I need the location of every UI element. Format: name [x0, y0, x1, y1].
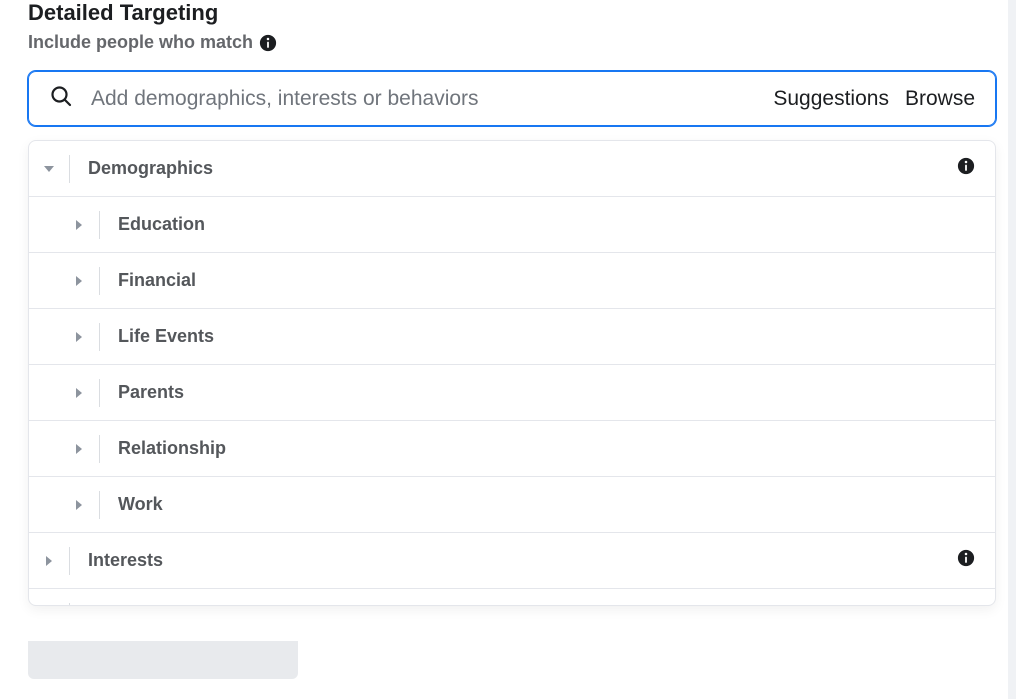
- bottom-pill-shadow: [28, 641, 298, 679]
- targeting-search-input[interactable]: [91, 87, 755, 111]
- subcategory-label: Work: [100, 494, 995, 515]
- panel-right-edge: [1008, 0, 1016, 699]
- subcategory-label: Financial: [100, 270, 995, 291]
- detailed-targeting-panel: Detailed Targeting Include people who ma…: [0, 0, 1024, 699]
- info-icon[interactable]: [957, 549, 995, 572]
- browse-button[interactable]: Browse: [905, 87, 975, 111]
- info-icon[interactable]: [259, 34, 277, 52]
- info-icon[interactable]: [957, 157, 995, 180]
- subcategory-label: Parents: [100, 382, 995, 403]
- chevron-right-icon: [59, 331, 99, 343]
- chevron-right-icon: [29, 555, 69, 567]
- category-demographics[interactable]: Demographics: [29, 141, 995, 197]
- subcategory-relationship[interactable]: Relationship: [29, 421, 995, 477]
- subcategory-work[interactable]: Work: [29, 477, 995, 533]
- subtitle-row: Include people who match: [28, 32, 996, 53]
- targeting-search-box[interactable]: Suggestions Browse: [28, 71, 996, 126]
- subcategory-parents[interactable]: Parents: [29, 365, 995, 421]
- section-title: Detailed Targeting: [28, 0, 996, 26]
- chevron-right-icon: [59, 499, 99, 511]
- subcategory-label: Relationship: [100, 438, 995, 459]
- divider: [69, 603, 70, 606]
- subcategory-label: Life Events: [100, 326, 995, 347]
- subcategory-education[interactable]: Education: [29, 197, 995, 253]
- category-behaviors[interactable]: Behaviors: [29, 589, 995, 606]
- subtitle-text: Include people who match: [28, 32, 253, 53]
- subcategory-label: Education: [100, 214, 995, 235]
- targeting-categories-dropdown: Demographics Education Financial Lif: [28, 140, 996, 606]
- chevron-right-icon: [59, 387, 99, 399]
- category-label: Interests: [70, 550, 957, 571]
- chevron-right-icon: [59, 443, 99, 455]
- subcategory-life-events[interactable]: Life Events: [29, 309, 995, 365]
- info-icon[interactable]: [957, 606, 995, 607]
- chevron-right-icon: [59, 275, 99, 287]
- subcategory-financial[interactable]: Financial: [29, 253, 995, 309]
- search-icon: [49, 84, 73, 113]
- search-actions: Suggestions Browse: [773, 87, 975, 111]
- chevron-down-icon: [29, 162, 69, 176]
- category-label: Demographics: [70, 158, 957, 179]
- chevron-right-icon: [59, 219, 99, 231]
- category-interests[interactable]: Interests: [29, 533, 995, 589]
- suggestions-button[interactable]: Suggestions: [773, 87, 889, 111]
